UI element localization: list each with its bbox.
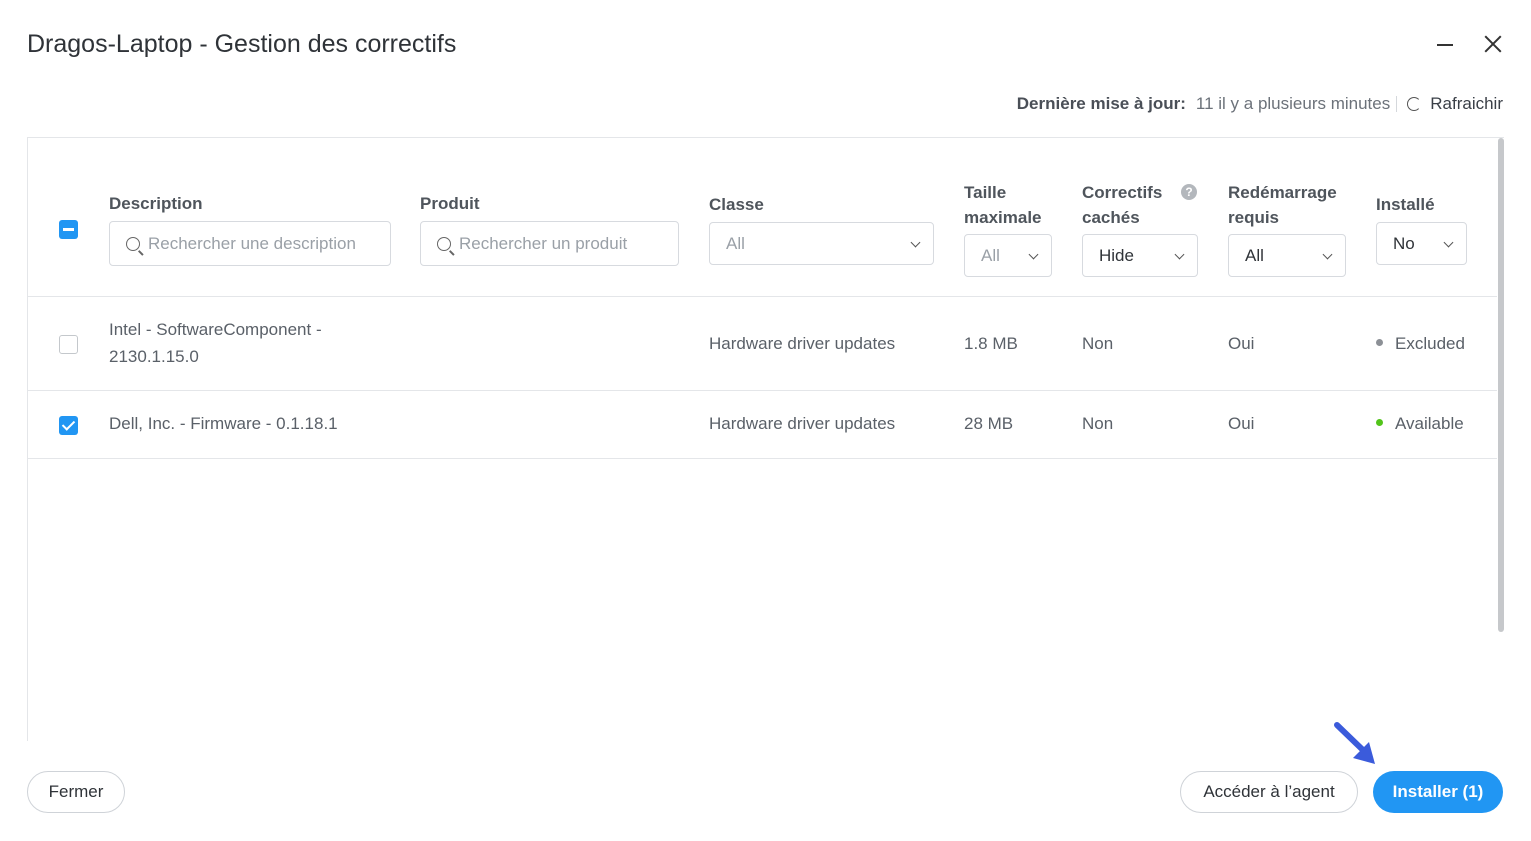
- table-row[interactable]: Intel - SoftwareComponent - 2130.1.15.0 …: [28, 297, 1497, 391]
- row-size: 28 MB: [964, 414, 1014, 433]
- status-dot-icon: [1376, 419, 1383, 427]
- install-button[interactable]: Installer (1): [1373, 771, 1503, 813]
- row-checkbox[interactable]: [59, 335, 78, 354]
- column-max-size-label-line2: maximale: [964, 208, 1042, 227]
- reboot-select-value: All: [1245, 245, 1264, 265]
- patch-table: Description Rechercher une description P…: [27, 137, 1504, 741]
- close-icon[interactable]: [1479, 30, 1507, 58]
- row-hidden: Non: [1082, 414, 1114, 433]
- max-size-select[interactable]: All: [964, 234, 1052, 277]
- row-class: Hardware driver updates: [709, 334, 896, 353]
- chevron-down-icon: [1174, 249, 1185, 260]
- description-search-input[interactable]: Rechercher une description: [109, 221, 391, 266]
- column-installed-label: Installé: [1376, 195, 1435, 214]
- last-update-label: Dernière mise à jour:: [1016, 94, 1186, 113]
- table-header: Description Rechercher une description P…: [28, 138, 1497, 297]
- product-search-input[interactable]: Rechercher un produit: [420, 221, 679, 266]
- search-icon: [437, 236, 451, 251]
- row-description-line2: 2130.1.15.0: [109, 347, 199, 366]
- row-hidden: Non: [1082, 334, 1114, 353]
- select-all-checkbox[interactable]: [59, 220, 78, 239]
- row-status-label: Excluded: [1395, 334, 1465, 353]
- max-size-select-value: All: [981, 245, 1000, 265]
- product-search-placeholder: Rechercher un produit: [459, 233, 628, 253]
- scrollbar[interactable]: [1498, 138, 1504, 632]
- refresh-label: Rafraichir: [1430, 94, 1503, 113]
- class-select[interactable]: All: [709, 222, 934, 265]
- row-status: Available: [1376, 410, 1464, 437]
- installed-select[interactable]: No: [1376, 222, 1467, 265]
- minimize-icon[interactable]: [1431, 30, 1459, 58]
- search-icon: [126, 236, 140, 251]
- column-reboot-label-line2: requis: [1228, 208, 1280, 227]
- column-product-label: Produit: [420, 194, 480, 213]
- table-row[interactable]: Dell, Inc. - Firmware - 0.1.18.1 Hardwar…: [28, 391, 1497, 459]
- help-icon[interactable]: ?: [1181, 184, 1197, 200]
- go-to-agent-button[interactable]: Accéder à l’agent: [1180, 771, 1358, 813]
- row-description-line1: Intel - SoftwareComponent -: [109, 320, 322, 339]
- refresh-button[interactable]: Rafraichir: [1407, 94, 1503, 114]
- installed-select-value: No: [1393, 233, 1415, 253]
- column-class-label: Classe: [709, 195, 764, 214]
- pointer-arrow-icon: [1334, 722, 1375, 764]
- reboot-select[interactable]: All: [1228, 234, 1346, 277]
- column-hidden-label-line1: Correctifs: [1082, 183, 1163, 202]
- column-max-size-label: Taille maximale: [964, 180, 1042, 230]
- row-class: Hardware driver updates: [709, 414, 896, 433]
- hidden-patches-select-value: Hide: [1099, 245, 1134, 265]
- column-max-size-label-line1: Taille: [964, 183, 1007, 202]
- column-reboot-label-line1: Redémarrage: [1228, 183, 1337, 202]
- divider: [1396, 96, 1398, 112]
- description-search-placeholder: Rechercher une description: [148, 233, 356, 253]
- refresh-icon: [1407, 97, 1422, 111]
- column-reboot-label: Redémarrage requis: [1228, 180, 1337, 230]
- row-status-label: Available: [1395, 414, 1464, 433]
- row-description: Dell, Inc. - Firmware - 0.1.18.1: [109, 414, 338, 433]
- row-reboot: Oui: [1228, 414, 1255, 433]
- column-hidden-label-line2: cachés: [1082, 208, 1140, 227]
- row-checkbox[interactable]: [59, 416, 78, 435]
- dialog-title: Dragos-Laptop - Gestion des correctifs: [27, 30, 457, 58]
- chevron-down-icon: [1443, 237, 1454, 248]
- chevron-down-icon: [1322, 249, 1333, 260]
- row-status: Excluded: [1376, 330, 1465, 357]
- status-dot-icon: [1376, 339, 1383, 347]
- row-reboot: Oui: [1228, 334, 1255, 353]
- chevron-down-icon: [910, 237, 921, 248]
- close-button[interactable]: Fermer: [27, 771, 125, 813]
- class-select-value: All: [726, 233, 745, 253]
- last-update-value: 11 il y a plusieurs minutes: [1195, 94, 1391, 113]
- row-size: 1.8 MB: [964, 334, 1018, 353]
- last-update-bar: Dernière mise à jour: 11 il y a plusieur…: [1017, 94, 1503, 114]
- chevron-down-icon: [1028, 249, 1039, 260]
- column-description-label: Description: [109, 194, 203, 213]
- column-hidden-label: Correctifs cachés: [1082, 180, 1162, 230]
- hidden-patches-select[interactable]: Hide: [1082, 234, 1198, 277]
- row-description: Intel - SoftwareComponent - 2130.1.15.0: [109, 316, 322, 370]
